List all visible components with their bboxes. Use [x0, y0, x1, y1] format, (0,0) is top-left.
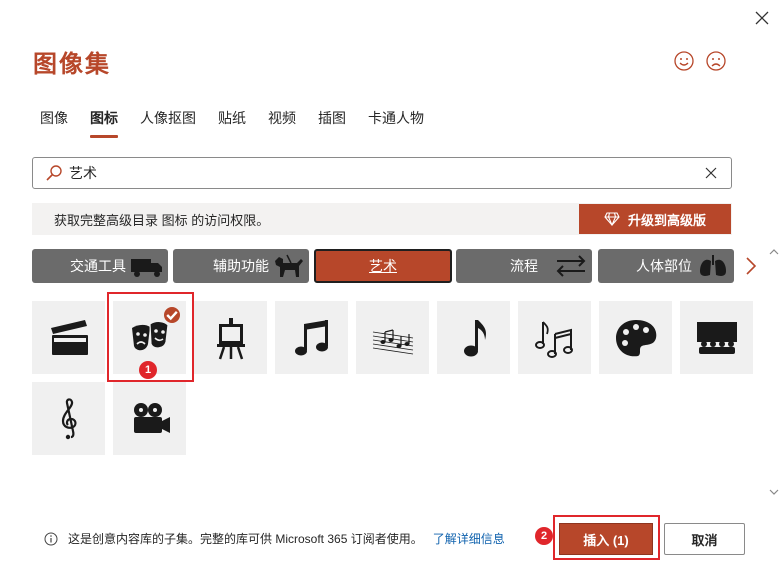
icon-result-easel[interactable]	[194, 301, 267, 374]
tab-icons[interactable]: 图标	[90, 108, 118, 138]
lungs-icon	[700, 255, 726, 276]
category-body-parts[interactable]: 人体部位	[598, 249, 734, 283]
icon-result-music-staff[interactable]	[356, 301, 429, 374]
movie-camera-icon	[133, 402, 170, 433]
icon-result-treble-clef[interactable]	[32, 382, 105, 455]
beamed-notes-icon	[534, 320, 573, 358]
category-label: 辅助功能	[213, 258, 269, 274]
clapperboard-icon	[50, 319, 88, 355]
category-strip: 交通工具 辅助功能 艺术 流程 人体部位	[32, 249, 734, 283]
truck-icon	[131, 259, 162, 277]
premium-banner: 获取完整高级目录 图标 的访问权限。 升级到高级版	[32, 203, 732, 235]
icon-result-cinema-audience[interactable]	[680, 301, 753, 374]
upgrade-label: 升级到高级版	[627, 212, 706, 228]
premium-message: 获取完整高级目录 图标 的访问权限。	[54, 212, 270, 228]
results-scrollbar[interactable]	[767, 247, 781, 499]
dialog-title: 图像集	[33, 51, 111, 78]
tab-videos[interactable]: 视频	[268, 108, 296, 136]
search-icon	[43, 162, 65, 184]
learn-more-link[interactable]: 了解详细信息	[433, 530, 505, 547]
exchange-arrows-icon	[556, 255, 586, 277]
scroll-up-icon[interactable]	[769, 247, 779, 257]
icon-result-eighth-note[interactable]	[437, 301, 510, 374]
category-art[interactable]: 艺术	[314, 249, 452, 283]
icon-result-paint-palette[interactable]	[599, 301, 672, 374]
icon-result-clapperboard[interactable]	[32, 301, 105, 374]
scroll-down-icon[interactable]	[769, 487, 779, 497]
cancel-button[interactable]: 取消	[664, 523, 745, 555]
close-button[interactable]	[748, 4, 776, 32]
icon-result-music-notes[interactable]	[275, 301, 348, 374]
music-notes-icon	[294, 319, 328, 355]
upgrade-button[interactable]: 升级到高级版	[579, 204, 731, 234]
tab-stickers[interactable]: 贴纸	[218, 108, 246, 136]
tab-images[interactable]: 图像	[40, 108, 68, 136]
guide-dog-icon	[275, 254, 303, 277]
treble-clef-icon	[61, 397, 77, 439]
easel-icon	[216, 317, 245, 359]
category-transport[interactable]: 交通工具	[32, 249, 168, 283]
step-badge-1: 1	[139, 361, 157, 379]
diamond-icon	[604, 212, 620, 226]
category-label: 流程	[510, 258, 538, 274]
icon-result-movie-camera[interactable]	[113, 382, 186, 455]
paint-palette-icon	[615, 319, 656, 356]
tab-cartoon-people[interactable]: 卡通人物	[368, 108, 424, 136]
smile-icon[interactable]	[673, 50, 695, 72]
step-badge-2: 2	[535, 527, 553, 545]
footer-info: 这是创意内容库的子集。完整的库可供 Microsoft 365 订阅者使用。 了…	[44, 530, 505, 547]
icon-result-beamed-notes[interactable]	[518, 301, 591, 374]
selected-check-icon	[164, 307, 180, 323]
music-staff-icon	[372, 328, 413, 354]
cinema-audience-icon	[696, 321, 737, 354]
category-process[interactable]: 流程	[456, 249, 592, 283]
clear-icon[interactable]	[699, 161, 723, 185]
frown-icon[interactable]	[705, 50, 727, 72]
tab-illustrations[interactable]: 插图	[318, 108, 346, 136]
search-input[interactable]	[69, 159, 699, 187]
footer-text: 这是创意内容库的子集。完整的库可供 Microsoft 365 订阅者使用。	[68, 532, 423, 546]
category-label: 人体部位	[636, 258, 692, 274]
tab-cutout-people[interactable]: 人像抠图	[140, 108, 196, 136]
eighth-note-icon	[463, 319, 486, 356]
tab-bar: 图像 图标 人像抠图 贴纸 视频 插图 卡通人物	[40, 108, 446, 138]
category-accessibility[interactable]: 辅助功能	[173, 249, 309, 283]
category-label: 艺术	[369, 258, 397, 274]
search-box	[32, 157, 732, 189]
category-label: 交通工具	[70, 258, 126, 274]
close-icon	[755, 11, 769, 25]
info-icon	[44, 532, 58, 545]
insert-button[interactable]: 插入 (1)	[559, 523, 653, 555]
chevron-right-icon[interactable]	[742, 255, 760, 277]
